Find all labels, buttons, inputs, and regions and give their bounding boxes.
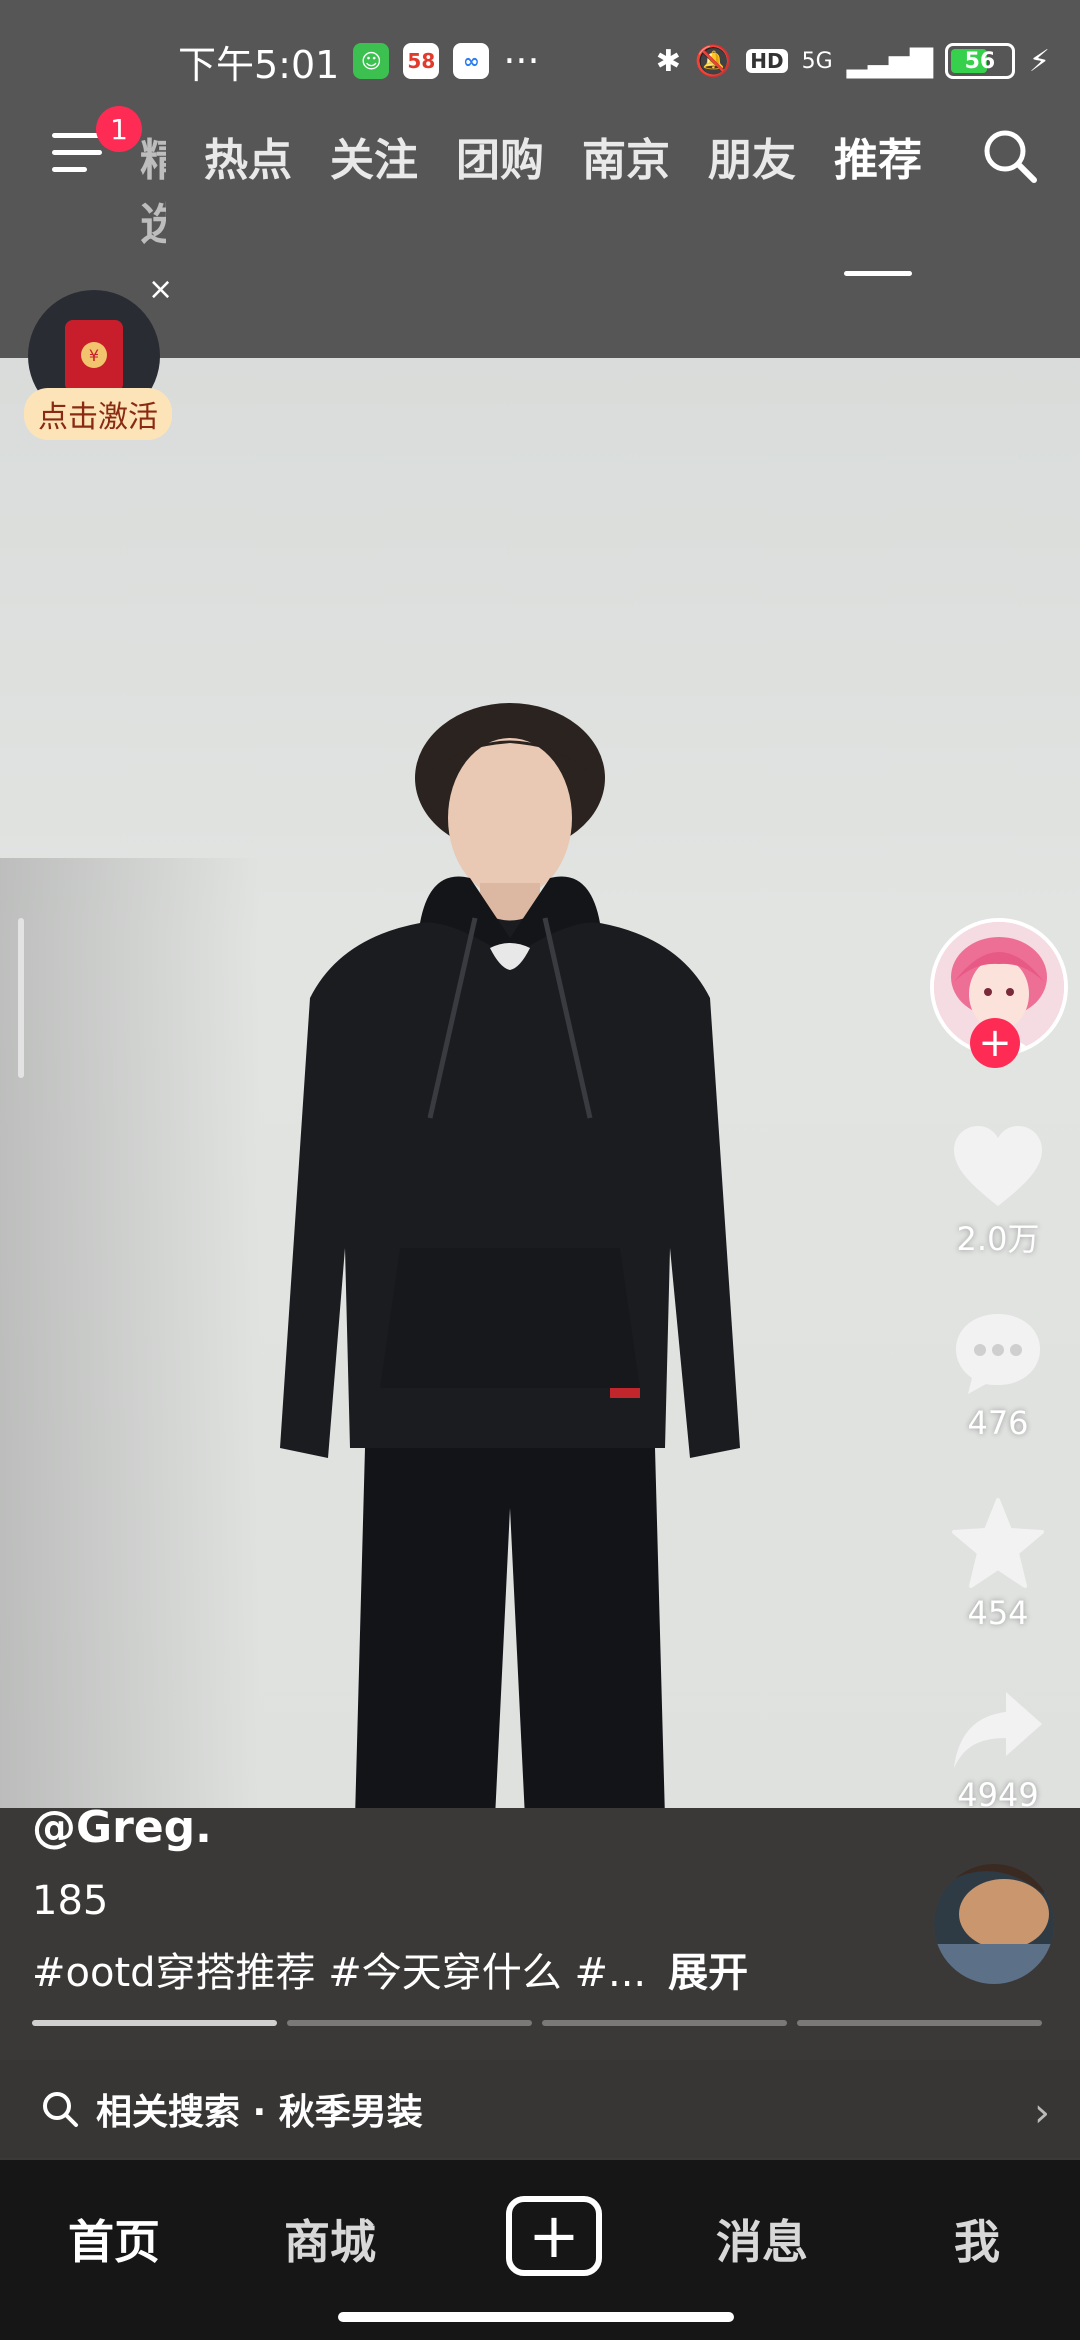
more-icon: ···: [503, 39, 540, 83]
wechat-like-icon: ☺: [353, 43, 390, 79]
follow-button[interactable]: +: [970, 1018, 1020, 1068]
58-app-icon: 58: [403, 43, 440, 79]
video-description: 185: [32, 1878, 109, 1924]
search-icon: [43, 2092, 78, 2127]
expand-button[interactable]: 展开: [668, 1950, 748, 1996]
close-icon[interactable]: ×: [148, 272, 173, 307]
person-figure: [280, 703, 740, 1810]
bluetooth-icon: ✱: [655, 43, 681, 79]
notification-badge: 1: [96, 106, 142, 152]
status-bar-left: 下午5:01 ☺ 58 ∞ ···: [178, 36, 540, 87]
related-search-bar[interactable]: 相关搜索 · 秋季男装 ›: [0, 2060, 1080, 2158]
home-indicator[interactable]: [338, 2312, 734, 2322]
nav-messages[interactable]: 消息: [716, 2206, 808, 2272]
hashtags[interactable]: #ootd穿搭推荐 #今天穿什么 #...: [32, 1950, 646, 1996]
status-bar-right: ✱ 🔕 HD 5G ▂▃▅▇ 56 ⚡: [656, 36, 1050, 86]
video-tags: #ootd穿搭推荐 #今天穿什么 #... 展开: [32, 1940, 748, 1998]
activate-label[interactable]: 点击激活: [24, 388, 172, 440]
cloud-app-icon: ∞: [453, 43, 490, 79]
signal-icon: ▂▃▅▇: [846, 43, 933, 79]
network-label: 5G: [801, 48, 833, 74]
star-icon[interactable]: [950, 1496, 1046, 1592]
likes-count: 2.0万: [956, 1220, 1040, 1258]
tab-recommend[interactable]: 推荐: [834, 124, 922, 276]
battery-icon: 56: [944, 43, 1015, 79]
tab-group-buy[interactable]: 团购: [456, 124, 544, 252]
tab-partial[interactable]: 精选: [140, 124, 166, 252]
nav-mall[interactable]: 商城: [284, 2206, 376, 2272]
mute-bell-icon: 🔕: [694, 43, 733, 79]
menu-icon[interactable]: [52, 133, 102, 177]
progress-segment: [32, 2020, 277, 2026]
nav-home[interactable]: 首页: [68, 2206, 160, 2272]
tab-following[interactable]: 关注: [330, 124, 418, 252]
tab-friends[interactable]: 朋友: [708, 124, 796, 252]
create-button[interactable]: +: [506, 2196, 602, 2276]
progress-segment: [797, 2020, 1042, 2026]
tab-hot[interactable]: 热点: [204, 124, 292, 252]
favorites-count: 454: [967, 1594, 1029, 1632]
search-icon[interactable]: [980, 126, 1040, 186]
progress-segment: [542, 2020, 787, 2026]
top-tabs: 精选 热点 关注 团购 南京 朋友 推荐: [140, 124, 922, 276]
share-icon[interactable]: [950, 1682, 1046, 1778]
battery-level: 56: [964, 48, 996, 74]
hd-badge: HD: [746, 49, 788, 73]
heart-icon[interactable]: [950, 1120, 1046, 1216]
nav-me[interactable]: 我: [954, 2206, 1000, 2272]
progress-bar: [32, 2020, 1042, 2026]
comments-count: 476: [967, 1404, 1029, 1442]
charging-icon: ⚡: [1028, 43, 1050, 79]
author-name[interactable]: @Greg.: [32, 1802, 212, 1853]
tab-nanjing[interactable]: 南京: [582, 124, 670, 252]
related-search-text: 相关搜索 · 秋季男装: [96, 2092, 423, 2133]
music-disc[interactable]: [934, 1864, 1054, 1984]
wall-shadow: [0, 858, 260, 1808]
video-frame[interactable]: [0, 358, 1080, 1810]
status-time: 下午5:01: [178, 42, 340, 87]
progress-segment: [287, 2020, 532, 2026]
scroll-indicator: [18, 918, 24, 1078]
chevron-right-icon: ›: [1034, 2090, 1050, 2136]
red-envelope-icon: [65, 320, 123, 392]
comment-icon[interactable]: [950, 1306, 1046, 1402]
